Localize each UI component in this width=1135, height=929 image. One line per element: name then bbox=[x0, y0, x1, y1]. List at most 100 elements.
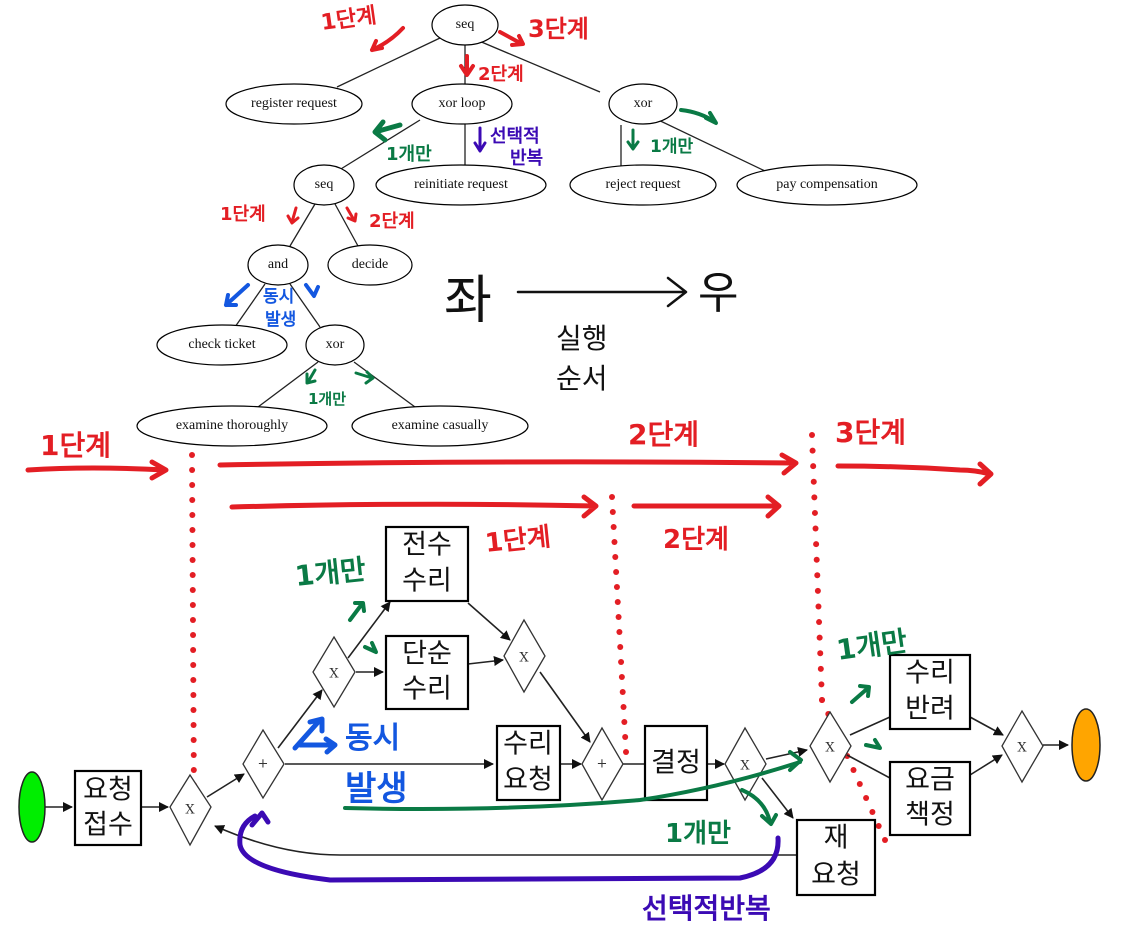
task-label: 수리 bbox=[905, 658, 955, 689]
divider-dot bbox=[615, 614, 622, 620]
gateway-xor-loop-entry: X bbox=[169, 773, 212, 847]
tree-node-label: reinitiate request bbox=[414, 177, 508, 192]
tree-node-label: seq bbox=[315, 177, 334, 192]
divider-dot bbox=[189, 587, 196, 593]
divider-dot bbox=[190, 677, 197, 683]
task-label: 반려 bbox=[905, 694, 955, 725]
divider-dot bbox=[190, 722, 197, 728]
tree-node-label: xor loop bbox=[438, 96, 485, 111]
tree-node-inner-seq: seq bbox=[293, 164, 355, 206]
gateway-xor-decision: X bbox=[724, 726, 767, 802]
tree-node-label: decide bbox=[352, 257, 389, 272]
arrow-right-icon bbox=[516, 276, 688, 308]
tree-node-label: xor bbox=[634, 96, 653, 111]
divider-dot bbox=[618, 659, 625, 665]
task-label: 단순 bbox=[402, 639, 452, 670]
tree-node-and: and bbox=[247, 244, 309, 286]
process-diagram-canvas: seq register request xor loop xor seq re… bbox=[18, 3, 1101, 925]
tree-node-xor-loop: xor loop bbox=[411, 83, 513, 125]
and-glyph-icon: + bbox=[597, 757, 608, 772]
arrow-phase-icon bbox=[835, 461, 994, 487]
divider-dot bbox=[617, 644, 624, 650]
tree-node-root-seq: seq bbox=[431, 4, 499, 46]
divider-dot bbox=[814, 572, 821, 579]
annotation-seq-step2: 2단계 bbox=[369, 211, 415, 232]
divider-dot bbox=[875, 823, 882, 829]
divider-dot bbox=[190, 737, 197, 743]
divider-dot bbox=[190, 632, 197, 638]
divider-dot bbox=[817, 665, 824, 672]
divider-dot bbox=[189, 467, 196, 473]
divider-dot bbox=[613, 569, 620, 575]
tree-node-label: xor bbox=[326, 337, 345, 352]
divider-dot bbox=[609, 509, 616, 515]
divider-dot bbox=[869, 809, 876, 815]
divider-dot bbox=[189, 497, 196, 503]
phase-label-top-step1: 1단계 bbox=[40, 429, 111, 462]
annotation-and-concurrent-2: 발생 bbox=[345, 769, 408, 809]
phase-label-top-step2: 2단계 bbox=[628, 418, 699, 451]
divider-dot bbox=[190, 752, 197, 758]
gateway-xor-repair-split: X bbox=[312, 635, 356, 709]
divider-dot bbox=[819, 697, 825, 703]
tree-node-label: check ticket bbox=[188, 337, 255, 352]
divider-dot bbox=[811, 509, 818, 516]
arrow-annotation-icon bbox=[304, 283, 320, 298]
gateway-xor-repair-join: X bbox=[503, 618, 546, 694]
arrow-annotation-icon bbox=[626, 128, 640, 151]
divider-dot bbox=[813, 556, 820, 563]
direction-left-label: 좌 bbox=[444, 271, 492, 331]
tree-node-label: and bbox=[268, 257, 288, 272]
divider-dot bbox=[190, 647, 197, 653]
arrow-phase-icon bbox=[25, 459, 169, 481]
task-label: 요청 bbox=[811, 860, 861, 891]
divider-dot bbox=[812, 525, 819, 532]
task-rerequest: 재 요청 bbox=[795, 818, 877, 897]
task-label: 접수 bbox=[83, 810, 133, 841]
annotation-root-step2: 2단계 bbox=[478, 64, 524, 85]
divider-dot bbox=[882, 837, 888, 843]
tree-node-label: examine casually bbox=[392, 418, 489, 433]
divider-dot bbox=[190, 692, 197, 698]
annotation-xor-one-only: 1개만 bbox=[293, 553, 367, 593]
arrow-phase-icon bbox=[217, 452, 799, 476]
arrow-annotation-icon bbox=[679, 108, 718, 125]
tree-node-label: pay compensation bbox=[776, 177, 877, 192]
tree-node-check-ticket: check ticket bbox=[156, 324, 288, 366]
annotation-root-step3: 3단계 bbox=[528, 15, 589, 43]
divider-dot bbox=[618, 674, 625, 680]
arrow-annotation-icon bbox=[850, 684, 871, 704]
divider-dot bbox=[190, 767, 197, 773]
task-label: 수리 bbox=[402, 674, 452, 705]
task-label: 요청 bbox=[83, 775, 133, 806]
divider-dot bbox=[189, 542, 196, 548]
process-tree: seq register request xor loop xor seq re… bbox=[136, 4, 918, 447]
arrow-annotation-icon bbox=[372, 119, 403, 143]
task-simple-repair: 단순 수리 bbox=[384, 634, 470, 711]
task-label: 수리 bbox=[402, 566, 452, 597]
divider-dot bbox=[810, 463, 817, 470]
divider-dot bbox=[850, 767, 857, 773]
divider-dot bbox=[612, 554, 619, 560]
divider-dot bbox=[189, 482, 196, 488]
task-receive-request: 요청 접수 bbox=[73, 769, 143, 847]
direction-right-label: 우 bbox=[698, 268, 738, 319]
divider-dot bbox=[620, 704, 627, 710]
tree-node-decide: decide bbox=[327, 244, 413, 286]
gateway-xor-outcome-join: X bbox=[1001, 709, 1044, 784]
divider-dot bbox=[863, 795, 870, 801]
arrow-annotation-icon bbox=[292, 716, 338, 755]
task-label: 요금 bbox=[905, 765, 955, 796]
divider-dot bbox=[189, 452, 195, 458]
task-full-repair: 전수 수리 bbox=[384, 525, 470, 603]
phase-label-inner-step1: 1단계 bbox=[484, 522, 553, 559]
divider-dot bbox=[856, 781, 863, 787]
divider-dot bbox=[813, 541, 820, 548]
tree-node-register-request: register request bbox=[225, 83, 363, 125]
divider-dot bbox=[814, 587, 821, 594]
divider-dot bbox=[610, 524, 617, 530]
tree-node-xor-top: xor bbox=[608, 83, 678, 125]
divider-dot bbox=[811, 494, 818, 501]
task-label: 요청 bbox=[503, 765, 553, 796]
tree-node-label: register request bbox=[251, 96, 337, 111]
